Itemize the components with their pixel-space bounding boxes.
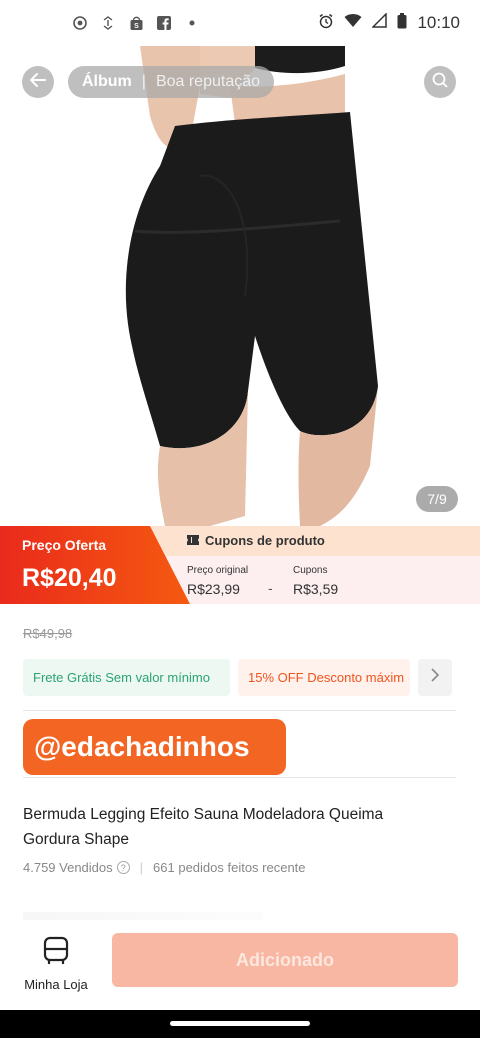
discount-tag[interactable]: 15% OFF Desconto máxim	[238, 659, 410, 696]
alarm-icon	[318, 13, 334, 34]
search-button[interactable]	[424, 66, 456, 98]
bottom-action-bar: Minha Loja Adicionado	[0, 920, 480, 1010]
price-banner: Preço Oferta R$20,40 Cupons de produto P…	[0, 526, 480, 604]
divider	[23, 710, 456, 711]
product-photo-illustration	[125, 46, 378, 526]
tab-album[interactable]: Álbum	[82, 73, 132, 91]
system-status: 10:10	[318, 12, 460, 34]
original-price-value: R$23,99	[187, 581, 240, 597]
camera-icon	[72, 15, 88, 31]
facebook-icon	[156, 15, 172, 31]
tab-reputation[interactable]: Boa reputação	[156, 73, 260, 91]
offer-label: Preço Oferta	[22, 537, 107, 553]
clock-time: 10:10	[417, 13, 460, 32]
my-store-button[interactable]: Minha Loja	[22, 936, 90, 992]
coupons-label: Cupons	[293, 565, 328, 576]
notification-icons: S	[72, 15, 200, 31]
search-icon	[431, 71, 449, 94]
battery-icon	[397, 12, 407, 34]
sales-info: 4.759 Vendidos ? | 661 pedidos feitos re…	[23, 860, 306, 875]
product-image[interactable]	[0, 46, 480, 526]
shop-icon: S	[128, 15, 144, 31]
system-nav-bar	[0, 1010, 480, 1038]
wifi-icon	[344, 13, 362, 33]
old-price: R$49,98	[23, 626, 73, 641]
chevron-right-icon	[430, 668, 440, 687]
sold-count: 4.759 Vendidos	[23, 860, 113, 875]
free-shipping-tag[interactable]: Frete Grátis Sem valor mínimo	[23, 659, 230, 696]
tab-separator: |	[141, 73, 146, 90]
promo-tags: Frete Grátis Sem valor mínimo 15% OFF De…	[23, 659, 456, 696]
image-header: Álbum | Boa reputação	[22, 64, 456, 100]
minus-sign: -	[268, 580, 273, 596]
added-to-cart-button[interactable]: Adicionado	[112, 933, 458, 987]
divider	[23, 777, 456, 778]
my-store-label: Minha Loja	[24, 977, 88, 992]
more-tags-button[interactable]	[418, 659, 452, 696]
recent-orders: 661 pedidos feitos recente	[153, 860, 306, 875]
back-button[interactable]	[22, 66, 54, 98]
image-counter: 7/9	[416, 486, 458, 512]
store-icon	[43, 936, 69, 971]
status-bar: S 10:10	[0, 0, 480, 46]
separator: |	[139, 860, 144, 875]
svg-text:S: S	[134, 23, 139, 30]
coupons-value: R$3,59	[293, 581, 339, 597]
link-icon	[100, 15, 116, 31]
original-price-label: Preço original	[187, 565, 249, 576]
help-icon[interactable]: ?	[116, 861, 130, 874]
dot-icon	[184, 15, 200, 31]
home-gesture-handle[interactable]	[170, 1021, 310, 1026]
image-tabs: Álbum | Boa reputação	[68, 66, 275, 98]
offer-price: R$20,40	[22, 564, 117, 592]
product-title: Bermuda Legging Efeito Sauna Modeladora …	[23, 806, 384, 848]
back-arrow-icon	[28, 70, 48, 95]
coupon-title-text: Cupons de produto	[205, 533, 325, 548]
watermark-handle: @edachadinhos	[23, 719, 286, 775]
coupon-title[interactable]: Cupons de produto	[187, 533, 325, 548]
ticket-icon	[187, 533, 199, 548]
signal-icon	[371, 12, 388, 33]
